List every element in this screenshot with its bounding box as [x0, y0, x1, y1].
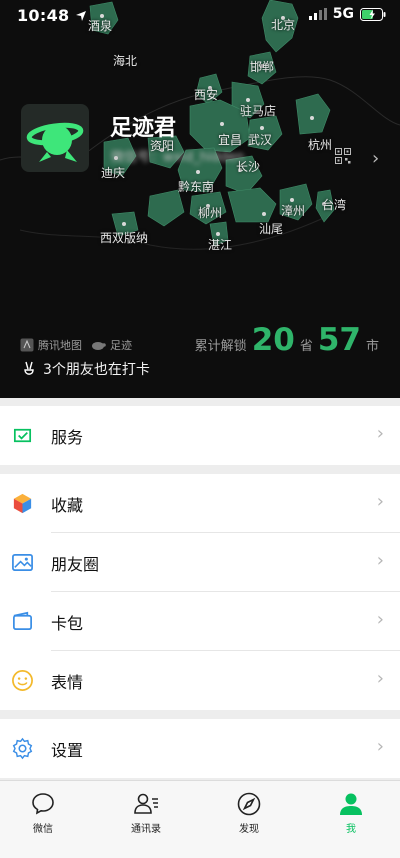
time-text: 10:48	[17, 6, 70, 25]
menu-label: 收藏	[51, 496, 84, 515]
city-label: 漳州	[281, 204, 306, 218]
peace-hand-icon	[24, 361, 34, 375]
friends-checkin[interactable]: 3个朋友也在打卡	[21, 359, 150, 379]
chat-bubble-icon	[32, 793, 54, 815]
chevron-right-icon: ›	[376, 736, 384, 757]
chevron-right-icon[interactable]: ›	[372, 148, 379, 169]
avatar[interactable]	[21, 104, 89, 172]
tab-label: 我	[346, 824, 356, 835]
stickers-icon	[12, 670, 33, 691]
settings-group: 设置 ›	[0, 719, 400, 778]
city-label: 湛江	[208, 238, 233, 252]
menu-item-stickers[interactable]: 表情 ›	[0, 651, 400, 710]
city-unit: 市	[365, 339, 379, 354]
favorites-icon	[13, 493, 32, 514]
main-menu-group: 收藏 › 朋友圈 › 卡包 › 表情 ›	[0, 474, 400, 710]
brand-label: 足迹	[110, 339, 132, 352]
province-count: 20	[251, 322, 295, 358]
city-label: 柳州	[198, 206, 223, 220]
chevron-right-icon: ›	[376, 550, 384, 571]
city-label: 迪庆	[101, 166, 126, 180]
location-arrow-icon	[76, 11, 87, 21]
wechat-id-blurred: 微信号：wxid_hidden	[111, 150, 245, 165]
signal-icon	[308, 8, 327, 20]
services-group: 服务 ›	[0, 406, 400, 465]
network-label: 5G	[332, 6, 354, 22]
friends-text: 3个朋友也在打卡	[43, 362, 150, 378]
chevron-right-icon: ›	[376, 668, 384, 689]
brand-label: 腾讯地图	[38, 339, 82, 352]
chevron-right-icon: ›	[376, 423, 384, 444]
city-label: 杭州	[308, 138, 333, 152]
contacts-icon	[134, 793, 158, 814]
menu-item-favorites[interactable]: 收藏 ›	[0, 474, 400, 533]
qr-code-icon[interactable]	[335, 148, 351, 164]
menu-label: 卡包	[51, 614, 84, 633]
tab-discover[interactable]: 发现	[199, 791, 299, 837]
city-label: 台湾	[322, 198, 347, 212]
nickname: 足迹君	[110, 116, 177, 141]
unlock-stats: 累计解锁 20 省 57 市	[195, 322, 379, 358]
moments-icon	[12, 553, 33, 572]
tab-label: 发现	[239, 824, 259, 835]
battery-charging-icon	[360, 7, 386, 21]
tab-me[interactable]: 我	[301, 791, 400, 837]
settings-gear-icon	[12, 737, 33, 760]
person-icon	[340, 793, 362, 815]
city-label: 汕尾	[259, 222, 284, 236]
status-right: 5G	[308, 6, 386, 22]
services-icon	[13, 428, 32, 443]
menu-item-settings[interactable]: 设置 ›	[0, 719, 400, 778]
tab-label: 通讯录	[131, 824, 161, 835]
chevron-right-icon: ›	[376, 609, 384, 630]
city-label: 西双版纳	[100, 231, 149, 245]
tab-contacts[interactable]: 通讯录	[96, 791, 196, 837]
menu-item-moments[interactable]: 朋友圈 ›	[0, 533, 400, 592]
menu-label: 设置	[51, 741, 84, 760]
map-brands: 腾讯地图 足迹	[20, 337, 132, 353]
menu-label: 朋友圈	[51, 555, 100, 574]
tab-label: 微信	[33, 824, 53, 835]
brand-footprint: 足迹	[90, 337, 132, 353]
unlock-prefix: 累计解锁	[194, 339, 247, 354]
city-label: 武汉	[248, 133, 273, 147]
city-label: 西安	[194, 88, 219, 102]
bottom-tab-bar: 微信 通讯录 发现 我	[0, 780, 400, 858]
chevron-right-icon: ›	[376, 491, 384, 512]
avatar-planet-icon	[26, 122, 84, 162]
compass-icon	[237, 792, 261, 816]
city-label: 邯郸	[250, 60, 275, 74]
menu-item-services[interactable]: 服务 ›	[0, 406, 400, 465]
tencent-map-icon	[20, 338, 34, 352]
footprint-map-header[interactable]: 酒泉 北京 海北 邯郸 西安 驻马店 宜昌 武汉 杭州 资阳 长沙 迪庆 黔东南…	[0, 0, 400, 398]
status-bar: 10:48 5G	[0, 0, 400, 30]
brand-tencent-map: 腾讯地图	[20, 337, 82, 353]
menu-label: 服务	[51, 428, 84, 447]
card-wallet-icon	[13, 611, 32, 631]
status-time: 10:48	[17, 6, 87, 25]
province-unit: 省	[299, 339, 313, 354]
tab-chats[interactable]: 微信	[0, 791, 93, 837]
city-count: 57	[317, 322, 361, 358]
menu-item-cards[interactable]: 卡包 ›	[0, 592, 400, 651]
city-label: 驻马店	[240, 104, 277, 118]
city-label: 海北	[113, 54, 138, 68]
turtle-icon	[92, 342, 106, 350]
city-label: 黔东南	[178, 180, 215, 194]
menu-label: 表情	[51, 673, 84, 692]
